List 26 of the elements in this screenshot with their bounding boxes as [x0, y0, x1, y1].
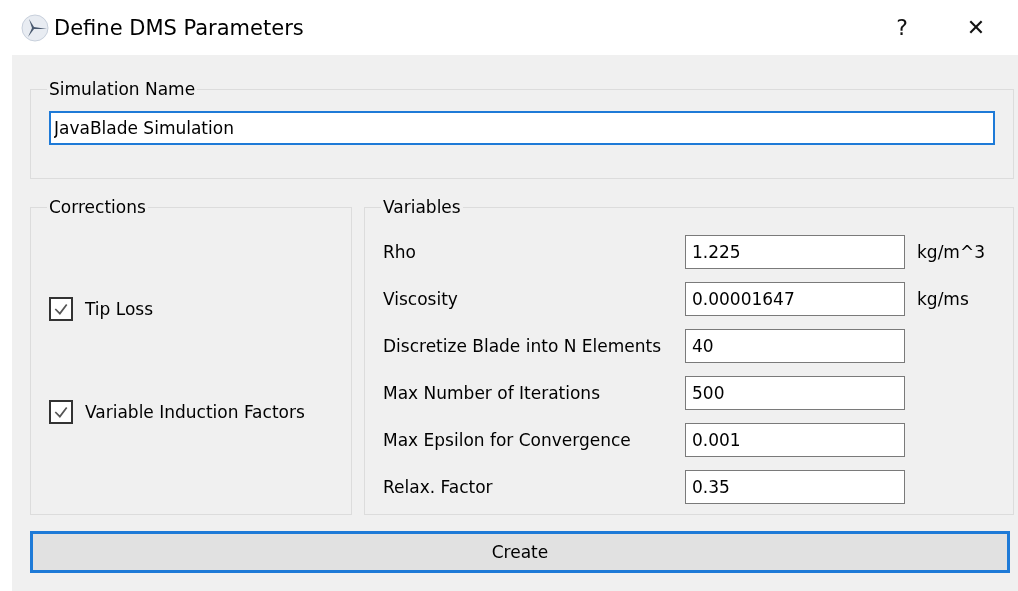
create-button[interactable]: Create [30, 531, 1010, 573]
window-title: Define DMS Parameters [54, 15, 304, 40]
variable-field[interactable]: 0.35 [685, 470, 905, 504]
unit-label: kg/m^3 [917, 242, 985, 262]
variable-label: Rho [383, 242, 417, 262]
variable-field[interactable]: 0.00001647 [685, 282, 905, 316]
group-title: Variables [382, 197, 462, 217]
variable-field[interactable]: 500 [685, 376, 905, 410]
checkbox[interactable] [49, 400, 73, 425]
turbine-icon [20, 12, 50, 43]
checkbox[interactable] [49, 296, 73, 321]
variable-field[interactable]: 0.001 [685, 423, 905, 457]
checkbox-label: Variable Induction Factors [85, 402, 305, 423]
variable-field[interactable]: 40 [685, 329, 905, 363]
variable-label: Relax. Factor [383, 477, 494, 497]
unit-label: kg/ms [917, 289, 970, 309]
group-title: Corrections [48, 197, 147, 217]
close-button[interactable]: ✕ [946, 5, 1006, 50]
group-title: Simulation Name [48, 79, 197, 99]
checkbox-label: Tip Loss [85, 298, 154, 319]
variable-label: Viscosity [383, 289, 459, 309]
variable-label: Discretize Blade into N Elements [383, 336, 663, 356]
variable-field[interactable]: 1.225 [685, 235, 905, 269]
help-button[interactable]: ? [872, 5, 932, 50]
variable-label: Max Number of Iterations [383, 383, 601, 403]
variable-label: Max Epsilon for Convergence [383, 430, 632, 450]
